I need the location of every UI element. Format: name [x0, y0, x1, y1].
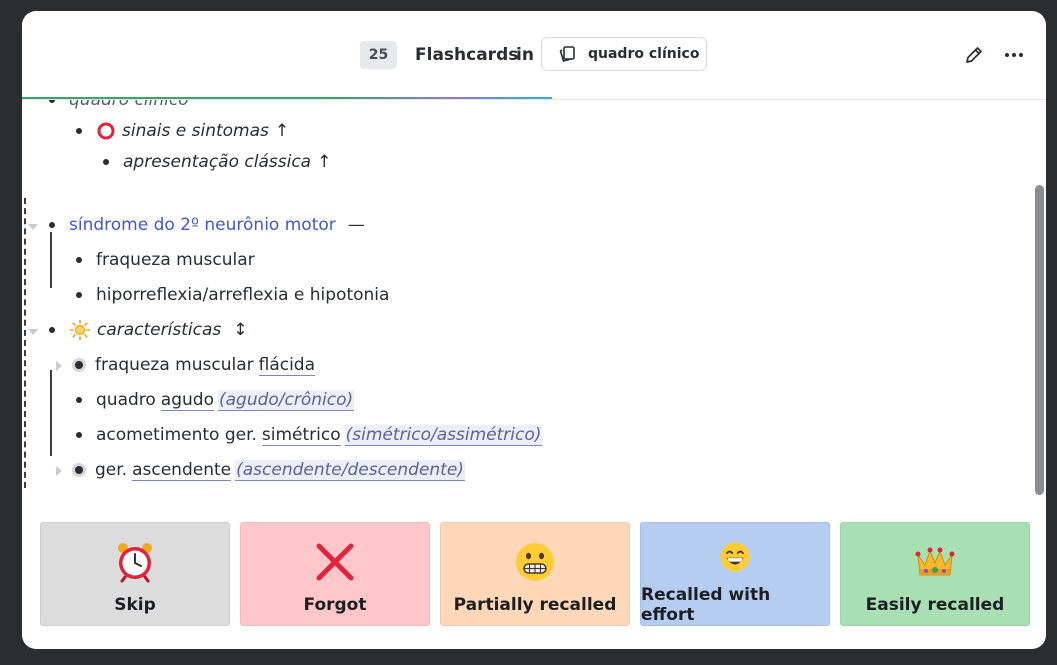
cloze-answer[interactable]: ascendente	[132, 460, 232, 481]
grinning-face-icon	[720, 542, 750, 572]
flashcard-modal: 25 Flashcards in quadro clínico quadro c…	[22, 11, 1046, 649]
header-title: Flashcards	[415, 45, 519, 65]
cross-mark-icon	[316, 543, 354, 581]
header-in-label: in	[516, 45, 534, 65]
rating-buttons: Skip Forgot Partially recalled Recalled …	[40, 522, 1030, 627]
forgot-button[interactable]: Forgot	[240, 522, 430, 626]
cloze-hint: (ascendente/descendente)	[235, 459, 465, 481]
outline-item-text: acometimento ger.	[96, 425, 257, 445]
outline-item-ascendente: ger. ascendente (ascendente/descendente)	[75, 458, 465, 482]
partially-recalled-button-label: Partially recalled	[453, 595, 617, 615]
scrollbar-thumb[interactable]	[1035, 185, 1044, 495]
cloze-answer[interactable]: flácida	[258, 355, 316, 376]
skip-button-label: Skip	[114, 595, 156, 615]
up-arrow-icon: ↑	[274, 121, 290, 141]
progress-line	[22, 97, 552, 99]
alarm-clock-icon	[118, 543, 152, 583]
outline-item-text: hiporreflexia/arreflexia e hipotonia	[96, 285, 390, 305]
expand-toggle[interactable]	[56, 361, 62, 371]
cloze-answer[interactable]: agudo	[160, 390, 214, 411]
deck-chip[interactable]: quadro clínico	[541, 37, 707, 71]
easily-recalled-button-label: Easily recalled	[865, 595, 1005, 615]
grimacing-face-icon	[516, 543, 554, 581]
outline-item-text: apresentação clássica	[123, 152, 312, 172]
outline-item-text: fraqueza muscular	[96, 250, 255, 270]
card-count-badge: 25	[360, 41, 397, 69]
expand-toggle[interactable]	[56, 466, 62, 476]
outline-item-text: fraqueza muscular	[95, 355, 254, 375]
outline-item-flacida: fraqueza muscular flácida	[75, 353, 316, 377]
outline-item-text: ger.	[95, 460, 128, 480]
red-circle-icon	[97, 122, 115, 140]
modal-header: 25 Flashcards in quadro clínico	[22, 11, 1046, 100]
guide-line	[24, 198, 26, 488]
outline-item-text: quadro clínico	[69, 100, 189, 110]
pencil-icon[interactable]	[963, 44, 985, 66]
outline-item-dash: —	[347, 215, 365, 235]
cloze-hint: (agudo/crônico)	[217, 389, 355, 411]
outline-item-cut: quadro clínico	[49, 100, 189, 112]
card-content: quadro clínico sinais e sintomas ↑ apres…	[22, 100, 1046, 500]
recalled-with-effort-button[interactable]: Recalled with effort	[640, 522, 830, 626]
outline-item-agudo: quadro agudo (agudo/crônico)	[76, 388, 355, 412]
cards-icon	[559, 46, 575, 62]
up-down-arrow-icon: ↕	[233, 320, 248, 340]
outline-item-caracteristicas: características ↕	[49, 318, 247, 342]
deck-chip-label: quadro clínico	[588, 46, 700, 62]
outline-item-sindrome: síndrome do 2º neurônio motor —	[49, 213, 365, 237]
skip-button[interactable]: Skip	[40, 522, 230, 626]
guide-line	[50, 232, 52, 288]
cloze-answer[interactable]: simétrico	[261, 425, 341, 446]
partially-recalled-button[interactable]: Partially recalled	[440, 522, 630, 626]
outline-item-sinais: sinais e sintomas ↑	[76, 119, 289, 143]
outline-item-apresentacao: apresentação clássica ↑	[103, 150, 331, 174]
collapse-toggle[interactable]	[28, 224, 38, 230]
outline-item-text: sinais e sintomas	[122, 121, 269, 141]
more-horizontal-icon[interactable]	[1003, 44, 1025, 66]
outline-item-simetrico: acometimento ger. simétrico (simétrico/a…	[76, 423, 543, 447]
outline-item-hiporreflexia: hiporreflexia/arreflexia e hipotonia	[76, 283, 389, 307]
recalled-with-effort-button-label: Recalled with effort	[641, 585, 771, 625]
outline-item-text: características	[97, 320, 222, 340]
crown-icon	[915, 547, 955, 576]
forgot-button-label: Forgot	[303, 595, 367, 615]
easily-recalled-button[interactable]: Easily recalled	[840, 522, 1030, 626]
up-arrow-icon: ↑	[317, 152, 332, 172]
outline-item-link[interactable]: síndrome do 2º neurônio motor	[69, 215, 336, 235]
outline-item-text: quadro	[96, 390, 156, 410]
guide-line	[50, 370, 52, 456]
outline-item-fraqueza: fraqueza muscular	[76, 248, 255, 272]
cloze-hint: (simétrico/assimétrico)	[344, 424, 543, 446]
sun-icon	[69, 319, 91, 341]
collapse-toggle[interactable]	[28, 329, 38, 335]
